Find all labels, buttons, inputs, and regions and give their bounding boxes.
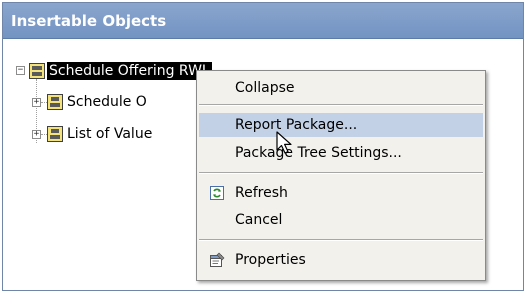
menu-item-properties[interactable]: Properties	[199, 248, 483, 272]
package-icon	[29, 63, 45, 79]
mouse-cursor-icon	[276, 131, 292, 154]
menu-item-package-tree-settings[interactable]: Package Tree Settings...	[199, 141, 483, 165]
expand-expander-icon[interactable]: +	[32, 130, 41, 139]
menu-item-refresh[interactable]: Refresh	[199, 181, 483, 205]
tree-node-root[interactable]: Schedule Offering RWL	[47, 62, 212, 80]
menu-item-collapse[interactable]: Collapse	[199, 76, 483, 100]
panel-title: Insertable Objects	[11, 11, 167, 30]
refresh-icon	[210, 186, 224, 200]
context-menu: Collapse Report Package... Package Tree …	[196, 70, 486, 281]
menu-item-cancel[interactable]: Cancel	[199, 208, 483, 232]
query-subject-icon	[47, 126, 63, 142]
tree-node-schedule[interactable]: Schedule O	[67, 93, 147, 111]
menu-item-report-package[interactable]: Report Package...	[199, 113, 483, 137]
properties-icon	[210, 252, 225, 267]
query-subject-icon	[47, 94, 63, 110]
menu-separator	[199, 172, 483, 174]
menu-separator	[199, 239, 483, 241]
tree-node-list-of-values[interactable]: List of Value	[67, 125, 152, 143]
menu-separator	[199, 104, 483, 106]
expand-expander-icon[interactable]: +	[32, 98, 41, 107]
panel-header: Insertable Objects	[3, 3, 523, 39]
collapse-expander-icon[interactable]: −	[16, 66, 25, 75]
